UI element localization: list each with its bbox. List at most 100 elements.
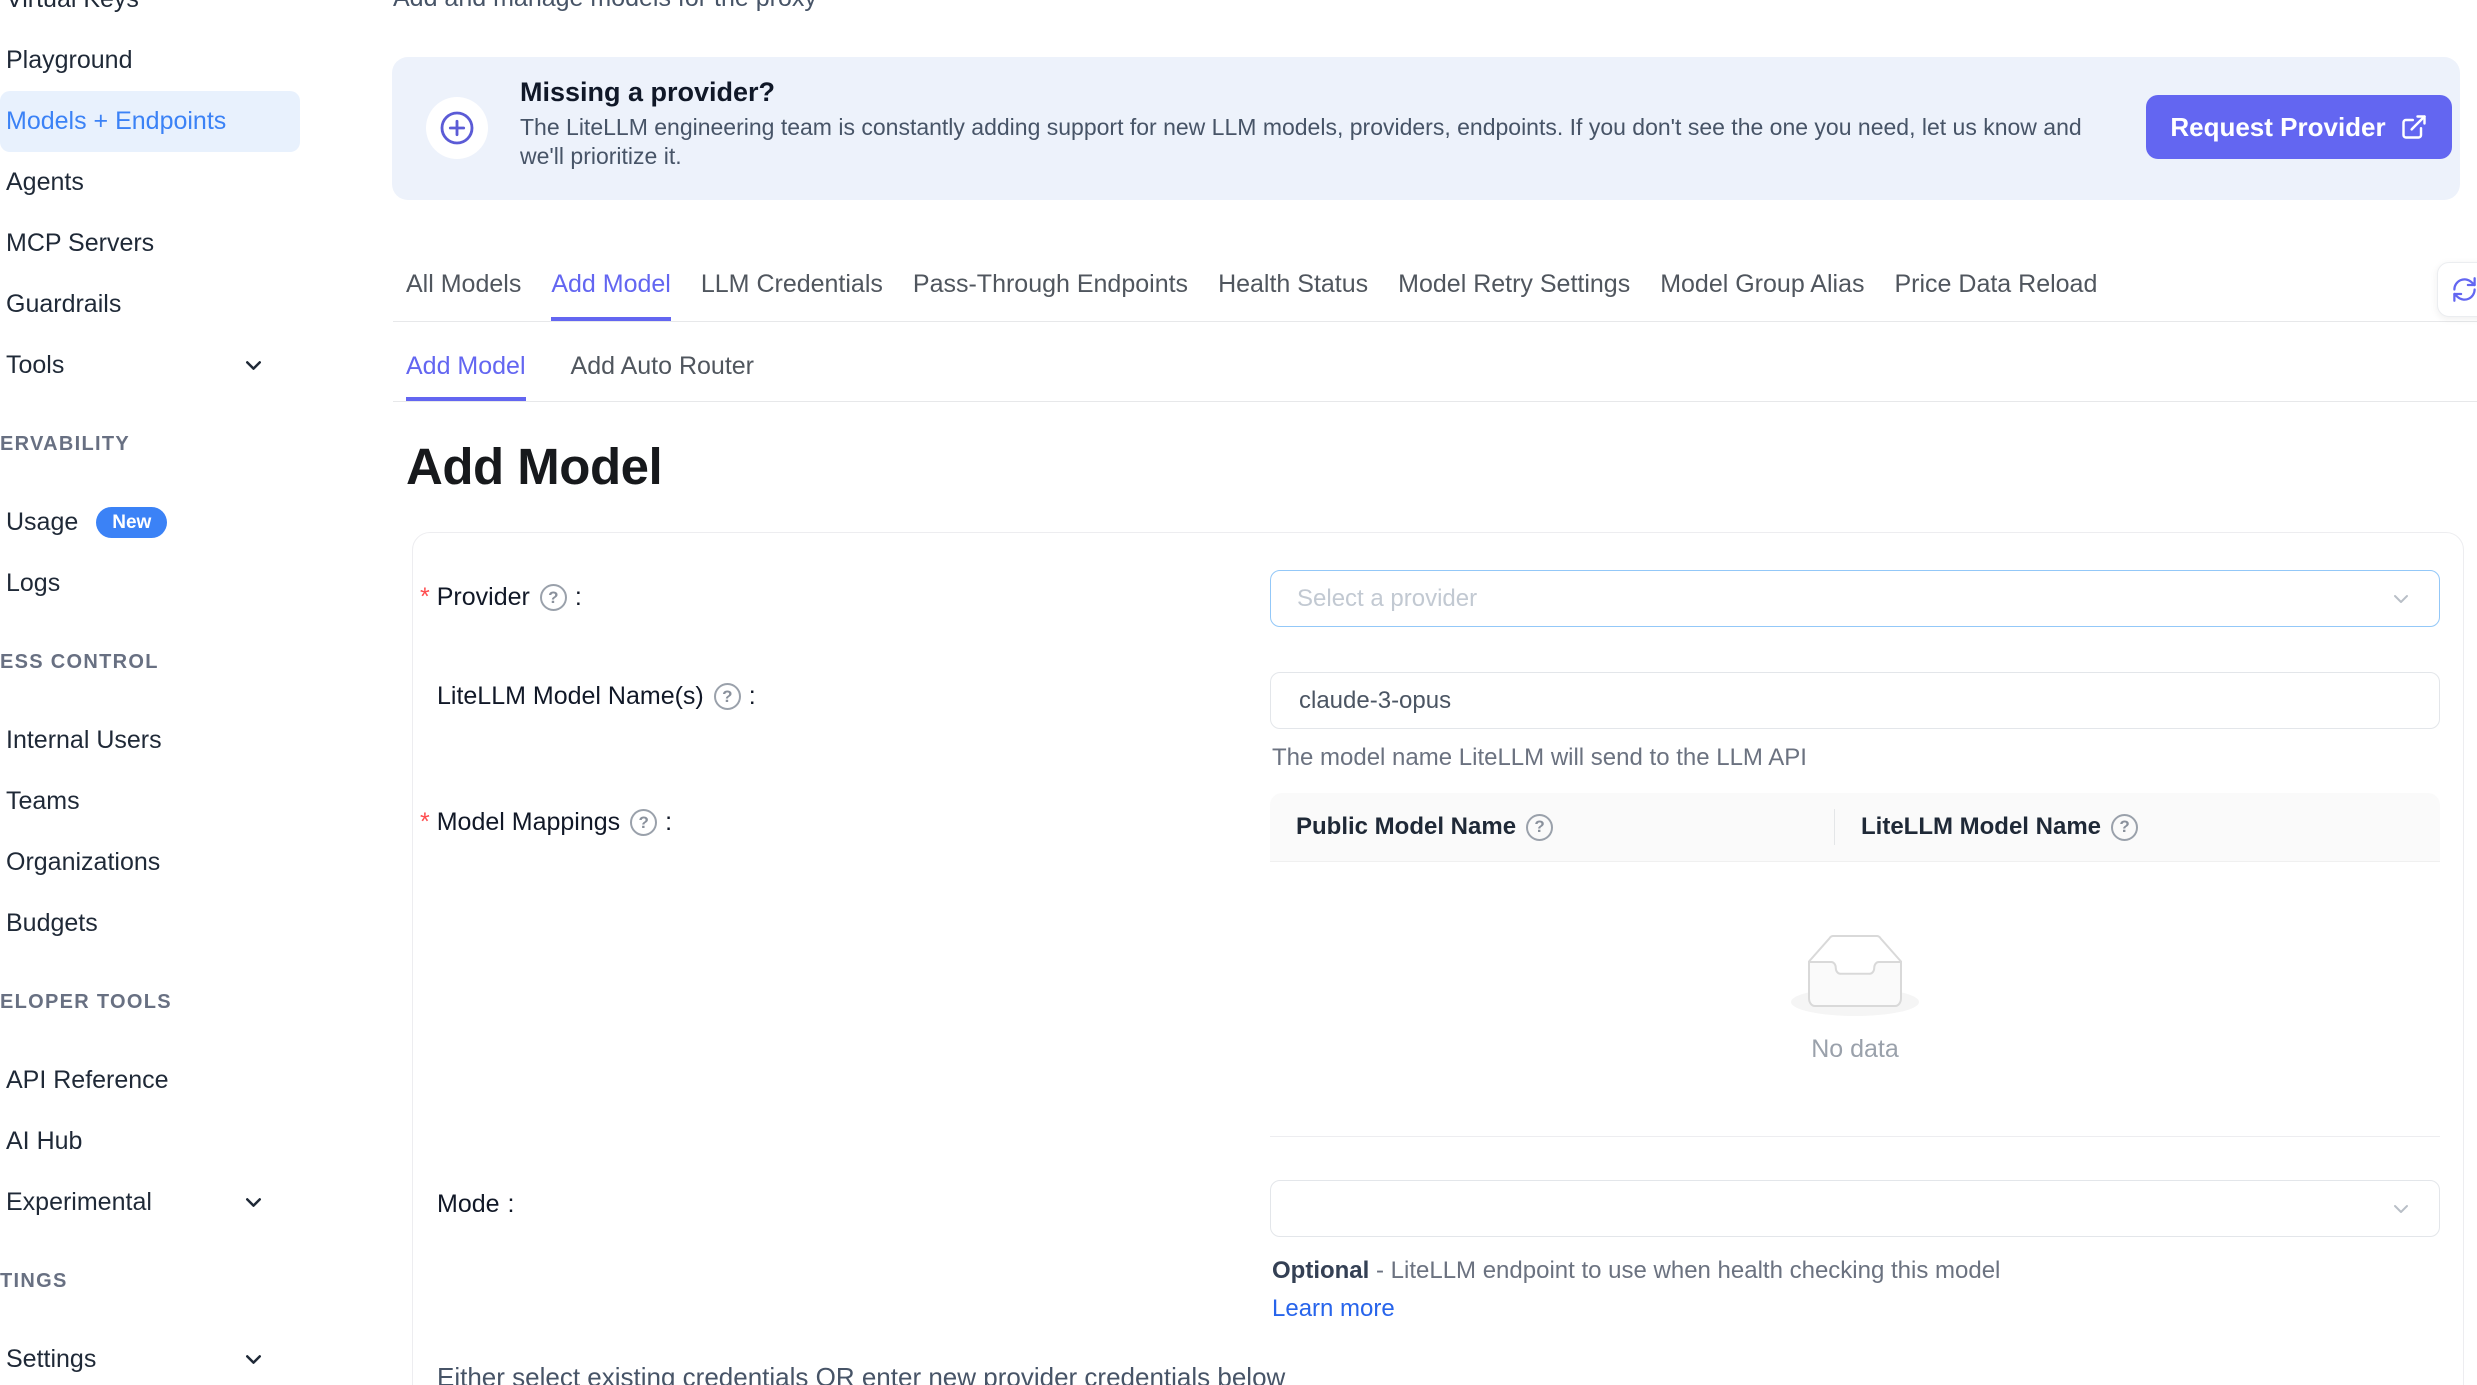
banner-title: Missing a provider? [520,77,775,108]
sidebar-item-label: Virtual Keys [6,0,139,14]
sidebar-item-agents[interactable]: Agents [0,152,300,213]
column-header-public-model-name: Public Model Name [1270,793,1835,861]
label-colon [575,583,582,612]
tab-all-models[interactable]: All Models [406,270,521,321]
provider-label-text: Provider [437,583,530,612]
sidebar-item-label: Budgets [6,909,98,938]
column-header-label: LiteLLM Model Name [1861,813,2101,841]
model-mappings-label-text: Model Mappings [437,808,620,837]
label-colon [665,808,672,837]
request-provider-button[interactable]: Request Provider [2146,95,2452,159]
tab-add-model[interactable]: Add Model [551,270,671,321]
column-header-litellm-model-name: LiteLLM Model Name [1835,793,2440,861]
empty-state: No data [1791,934,1919,1064]
provider-label: Provider [420,583,582,612]
tab-pass-through-endpoints[interactable]: Pass-Through Endpoints [913,270,1188,321]
tab-llm-credentials[interactable]: LLM Credentials [701,270,883,321]
empty-inbox-icon [1791,934,1919,1021]
provider-select[interactable]: Select a provider [1270,570,2440,627]
sidebar-item-organizations[interactable]: Organizations [0,832,300,893]
sidebar-item-label: MCP Servers [6,229,154,258]
sidebar-item-tools[interactable]: Tools [0,335,300,396]
help-icon[interactable] [540,584,567,611]
sidebar-item-budgets[interactable]: Budgets [0,893,300,954]
mode-helper-text: Optional - LiteLLM endpoint to use when … [1272,1252,2067,1328]
sidebar-item-label: Usage [6,508,78,537]
model-name-input[interactable] [1270,672,2440,729]
subtab-add-model[interactable]: Add Model [406,352,526,401]
sidebar-item-virtual-keys[interactable]: Virtual Keys [0,0,300,30]
plus-circle-icon [426,97,488,159]
tab-health-status[interactable]: Health Status [1218,270,1368,321]
sidebar-item-label: Experimental [6,1188,152,1217]
subtabs-divider [393,401,2477,402]
chevron-down-icon [241,1347,266,1372]
table-empty-body: No data [1270,862,2440,1137]
mode-label-text: Mode [437,1190,500,1219]
chevron-down-icon [241,353,266,378]
sidebar-item-mcp-servers[interactable]: MCP Servers [0,213,300,274]
help-icon[interactable] [630,809,657,836]
sidebar-item-label: Internal Users [6,726,162,755]
tab-model-retry-settings[interactable]: Model Retry Settings [1398,270,1630,321]
page-subtitle: Add and manage models for the proxy [393,0,817,13]
sidebar-item-logs[interactable]: Logs [0,553,300,614]
banner-description: The LiteLLM engineering team is constant… [520,113,2120,171]
sidebar-item-label: Organizations [6,848,160,877]
mode-helper-bold: Optional [1272,1257,1369,1284]
sidebar-item-usage[interactable]: Usage New [0,492,300,553]
page-title: Add Model [406,437,662,496]
sidebar-item-label: Settings [6,1345,96,1374]
sidebar-item-label: AI Hub [6,1127,82,1156]
sidebar-item-api-reference[interactable]: API Reference [0,1050,300,1111]
model-hub-tabs: All Models Add Model LLM Credentials Pass-T… [406,270,2097,321]
learn-more-link[interactable]: Learn more [1272,1295,1395,1322]
sidebar-item-settings[interactable]: Settings [0,1329,300,1385]
sidebar-item-models-endpoints[interactable]: Models + Endpoints [0,91,300,152]
credentials-note: Either select existing credentials OR en… [437,1362,1285,1385]
sidebar-item-teams[interactable]: Teams [0,771,300,832]
model-name-label: LiteLLM Model Name(s) [437,682,756,711]
refresh-button[interactable] [2437,262,2477,317]
sidebar-section-ess-control: ESS CONTROL [0,614,300,710]
sidebar-item-label: Tools [6,351,64,380]
chevron-down-icon [2389,1197,2413,1221]
no-data-text: No data [1811,1035,1899,1064]
sidebar: Virtual Keys PlaygroundModels + Endpoints… [0,0,300,1385]
sidebar-item-internal-users[interactable]: Internal Users [0,710,300,771]
sidebar-item-experimental[interactable]: Experimental [0,1172,300,1233]
chevron-down-icon [2389,587,2413,611]
table-header-row: Public Model Name LiteLLM Model Name [1270,793,2440,862]
missing-provider-banner: Missing a provider? The LiteLLM engineer… [392,57,2460,200]
sidebar-section-ervability: ERVABILITY [0,396,300,492]
external-link-icon [2400,113,2428,141]
mode-select[interactable] [1270,1180,2440,1237]
help-icon[interactable] [714,683,741,710]
model-mappings-table: Public Model Name LiteLLM Model Name [1270,793,2440,1137]
label-colon [749,682,756,711]
mode-helper-rest: - LiteLLM endpoint to use when health ch… [1369,1257,2000,1284]
mode-label: Mode [437,1190,515,1219]
sidebar-item-label: Agents [6,168,84,197]
model-name-helper-text: The model name LiteLLM will send to the … [1272,744,1807,772]
request-provider-label: Request Provider [2170,112,2385,143]
sidebar-item-label: Teams [6,787,80,816]
sidebar-item-guardrails[interactable]: Guardrails [0,274,300,335]
provider-select-placeholder: Select a provider [1297,585,1477,613]
sidebar-item-ai-hub[interactable]: AI Hub [0,1111,300,1172]
tab-price-data-reload[interactable]: Price Data Reload [1894,270,2097,321]
help-icon[interactable] [2111,814,2138,841]
litellm-models-page: Virtual Keys PlaygroundModels + Endpoints… [0,0,2477,1385]
tab-model-group-alias[interactable]: Model Group Alias [1660,270,1864,321]
help-icon[interactable] [1526,814,1553,841]
sidebar-section-eloper-tools: ELOPER TOOLS [0,954,300,1050]
sidebar-item-label: Guardrails [6,290,121,319]
chevron-down-icon [241,1190,266,1215]
sidebar-item-playground[interactable]: Playground [0,30,300,91]
subtab-add-auto-router[interactable]: Add Auto Router [571,352,754,401]
sidebar-item-label: Logs [6,569,60,598]
new-badge: New [96,507,167,539]
sync-icon [2451,276,2477,303]
sidebar-section-tings: TINGS [0,1233,300,1329]
required-asterisk [420,583,430,612]
